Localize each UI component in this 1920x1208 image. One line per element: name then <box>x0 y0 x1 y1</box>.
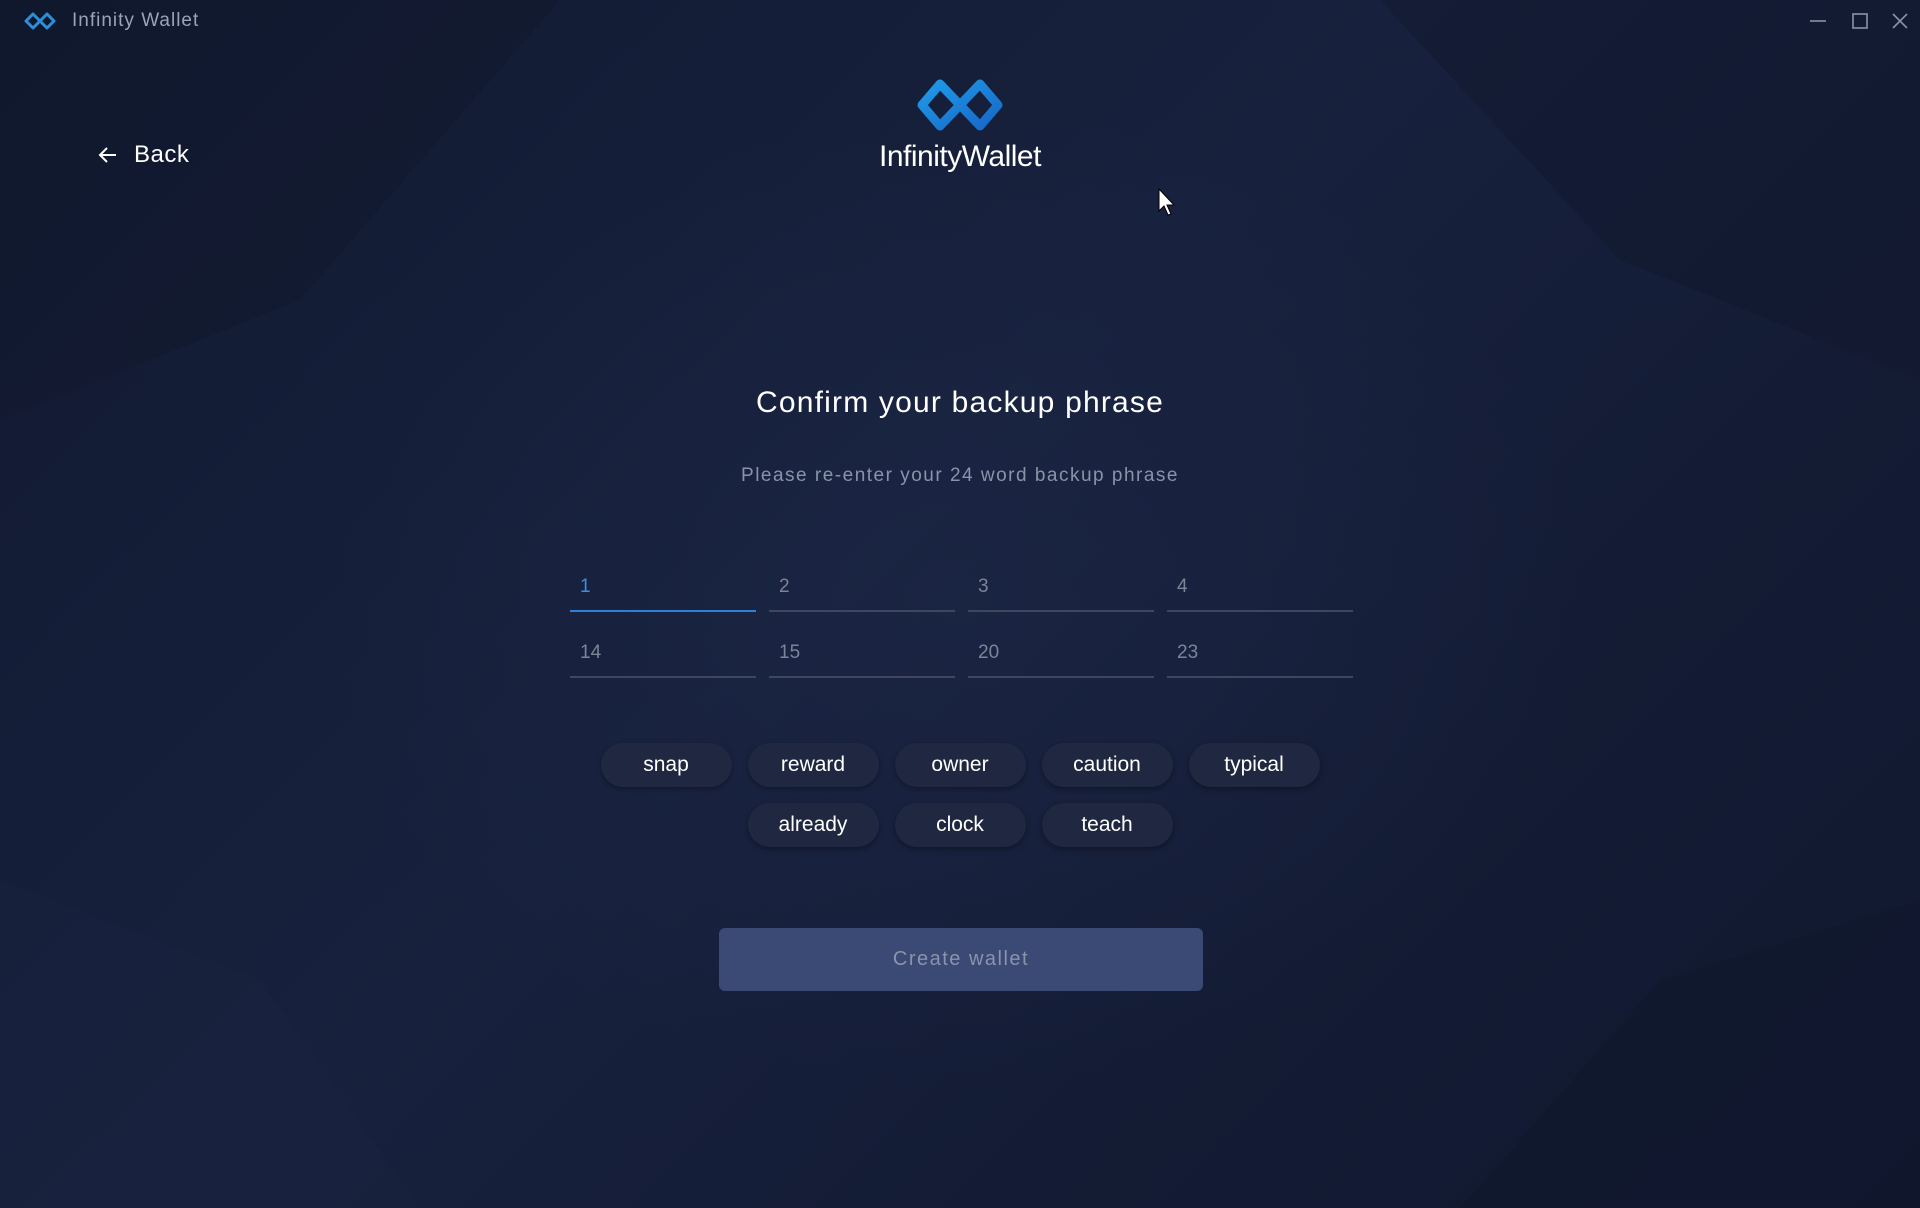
word-field-23[interactable]: 23 <box>1167 626 1353 678</box>
window-title: Infinity Wallet <box>72 10 200 31</box>
word-field-20[interactable]: 20 <box>968 626 1154 678</box>
mouse-pointer-icon <box>1158 187 1176 216</box>
infinity-logo-icon <box>917 79 1003 131</box>
maximize-icon[interactable] <box>1846 8 1874 34</box>
word-field-number: 20 <box>978 642 1000 663</box>
word-chip-typical[interactable]: typical <box>1188 743 1320 787</box>
word-field-15[interactable]: 15 <box>769 626 955 678</box>
word-input-1[interactable] <box>610 570 754 604</box>
word-options: snap reward owner caution typical alread… <box>0 743 1920 847</box>
word-chip-snap[interactable]: snap <box>600 743 732 787</box>
word-field-number: 3 <box>978 576 989 597</box>
title-bar: Infinity Wallet <box>0 0 1920 42</box>
word-input-15[interactable] <box>809 636 953 670</box>
brand-name: InfinityWallet <box>879 140 1041 173</box>
word-options-row: already clock teach <box>747 803 1173 847</box>
back-label: Back <box>134 141 190 168</box>
page-subtitle: Please re-enter your 24 word backup phra… <box>741 465 1179 486</box>
word-field-14[interactable]: 14 <box>570 626 756 678</box>
minimize-icon[interactable] <box>1804 8 1832 34</box>
page-title: Confirm your backup phrase <box>755 386 1165 419</box>
word-chip-teach[interactable]: teach <box>1041 803 1173 847</box>
word-input-3[interactable] <box>1008 570 1152 604</box>
infinity-icon <box>24 12 56 30</box>
word-chip-already[interactable]: already <box>747 803 879 847</box>
word-field-number: 1 <box>580 576 591 597</box>
word-field-number: 4 <box>1177 576 1188 597</box>
word-chip-caution[interactable]: caution <box>1041 743 1173 787</box>
word-field-4[interactable]: 4 <box>1167 560 1353 612</box>
word-chip-clock[interactable]: clock <box>894 803 1026 847</box>
create-wallet-button[interactable]: Create wallet <box>719 928 1203 991</box>
word-field-2[interactable]: 2 <box>769 560 955 612</box>
word-input-23[interactable] <box>1207 636 1351 670</box>
word-field-number: 2 <box>779 576 790 597</box>
word-field-1[interactable]: 1 <box>570 560 756 612</box>
word-chip-owner[interactable]: owner <box>894 743 1026 787</box>
arrow-left-icon <box>98 147 116 163</box>
brand: InfinityWallet <box>860 76 1060 174</box>
backup-word-fields: 1 2 3 4 14 15 20 23 <box>570 560 1354 678</box>
word-field-number: 15 <box>779 642 801 663</box>
word-input-14[interactable] <box>610 636 754 670</box>
word-options-row: snap reward owner caution typical <box>600 743 1320 787</box>
word-field-number: 14 <box>580 642 602 663</box>
word-input-2[interactable] <box>809 570 953 604</box>
word-chip-reward[interactable]: reward <box>747 743 879 787</box>
word-field-3[interactable]: 3 <box>968 560 1154 612</box>
word-input-20[interactable] <box>1008 636 1152 670</box>
word-input-4[interactable] <box>1207 570 1351 604</box>
word-field-number: 23 <box>1177 642 1199 663</box>
back-button[interactable]: Back <box>96 138 189 172</box>
close-icon[interactable] <box>1886 8 1914 34</box>
